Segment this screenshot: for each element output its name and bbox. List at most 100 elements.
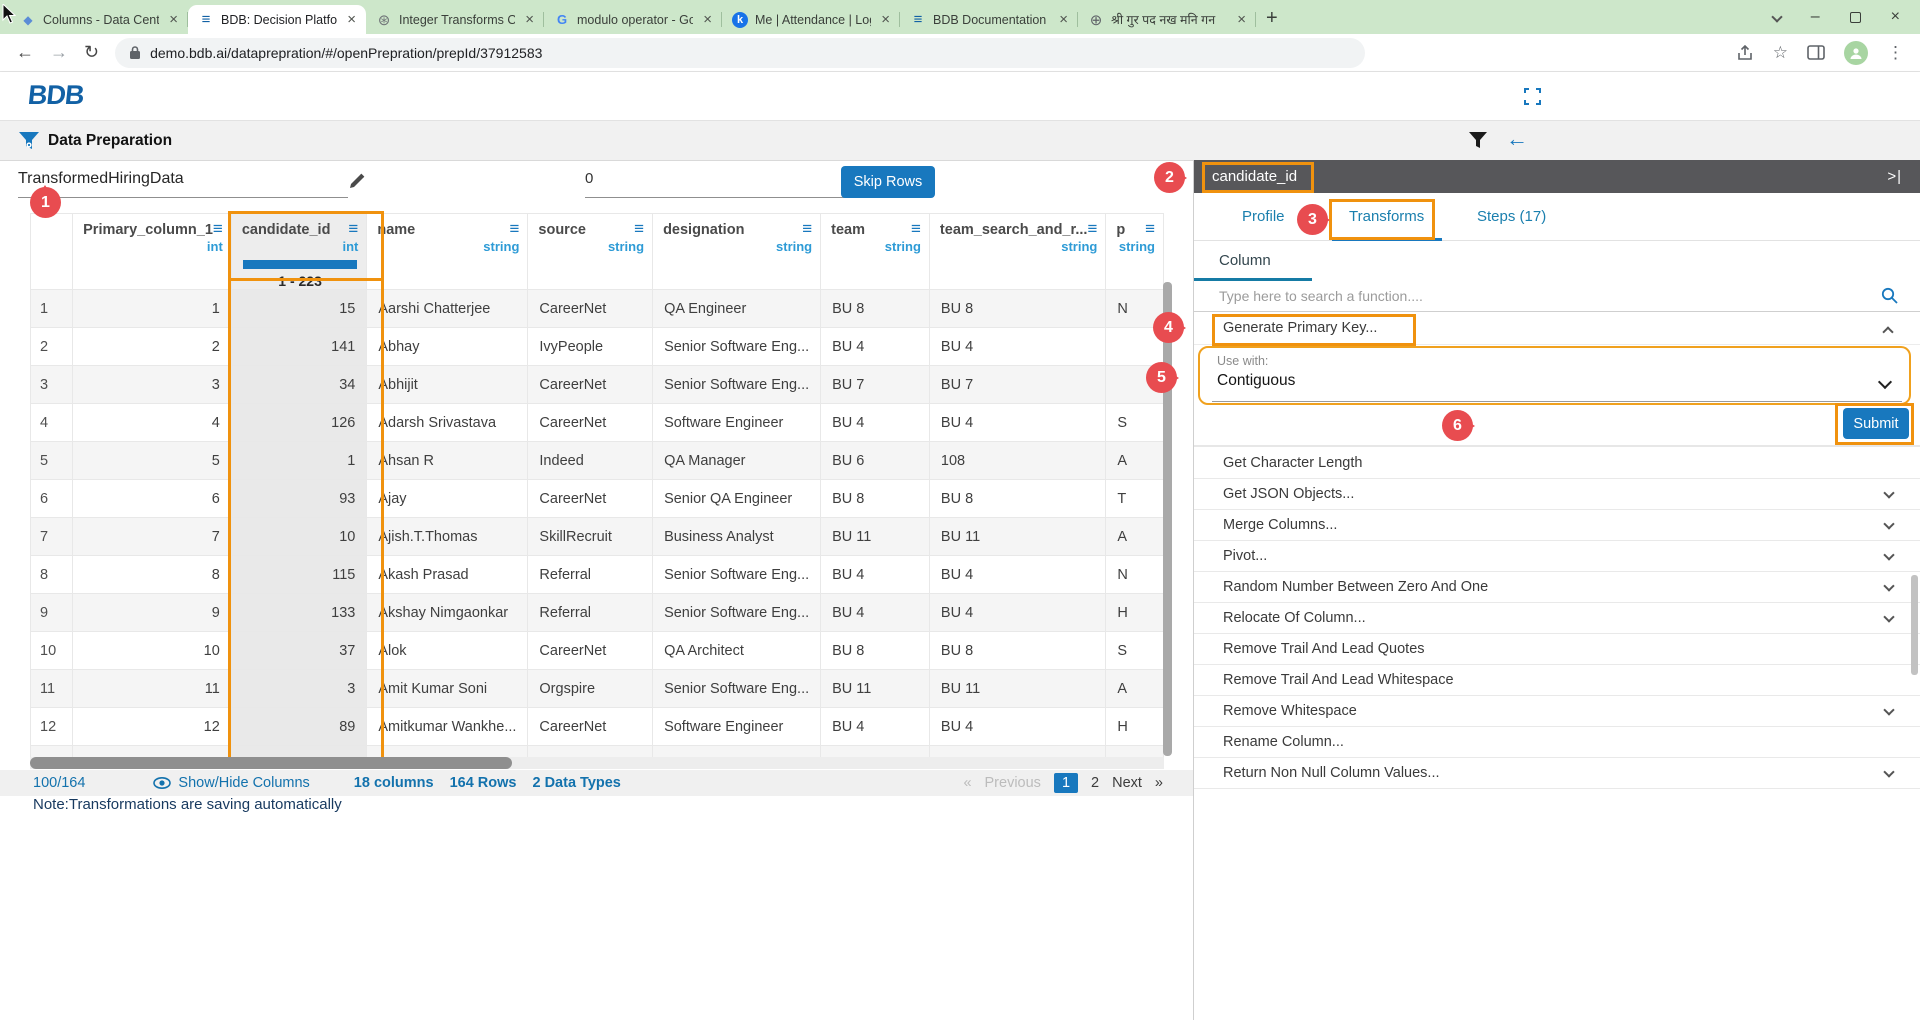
use-with-select[interactable]: Contiguous <box>1217 372 1295 390</box>
cell-source[interactable]: Indeed <box>528 442 653 480</box>
transform-item[interactable]: Relocate Of Column... <box>1194 603 1920 634</box>
tab-close-icon[interactable]: × <box>1056 11 1071 28</box>
cell-designation[interactable]: Senior Software Eng... <box>653 556 821 594</box>
cell-primary-column-1[interactable]: 6 <box>73 480 232 518</box>
cell-p[interactable]: S <box>1106 404 1164 442</box>
cell-name[interactable]: Akshay Nimgaonkar <box>367 594 528 632</box>
back-icon[interactable]: ← <box>16 42 34 63</box>
cell-primary-column-1[interactable]: 10 <box>73 632 232 670</box>
cell-team-search-and-r-[interactable]: BU 4 <box>929 708 1105 746</box>
cell-candidate-id[interactable]: 93 <box>231 480 367 518</box>
avatar[interactable] <box>1844 41 1868 65</box>
cell-candidate-id[interactable]: 115 <box>231 556 367 594</box>
function-search[interactable]: Type here to search a function.... <box>1194 281 1920 312</box>
column-header-team[interactable]: team≡string <box>821 214 930 290</box>
browser-tab[interactable]: Columns - Data Cente× <box>10 5 188 34</box>
tab-close-icon[interactable]: × <box>1234 11 1249 28</box>
browser-tab[interactable]: BDB Documentation× <box>900 5 1078 34</box>
cell-primary-column-1[interactable]: 5 <box>73 442 232 480</box>
transform-item[interactable]: Remove Trail And Lead Whitespace <box>1194 665 1920 696</box>
browser-tab[interactable]: modulo operator - Go× <box>544 5 722 34</box>
cell-primary-column-1[interactable]: 9 <box>73 594 232 632</box>
cell-name[interactable]: Ajay <box>367 480 528 518</box>
cell-team[interactable]: BU 11 <box>821 518 930 556</box>
sidebar-scrollbar-thumb[interactable] <box>1911 575 1918 675</box>
cell-source[interactable]: CareerNet <box>528 366 653 404</box>
column-menu-icon[interactable]: ≡ <box>634 222 644 236</box>
column-menu-icon[interactable]: ≡ <box>1087 222 1097 236</box>
filter-icon[interactable] <box>1468 130 1488 150</box>
column-menu-icon[interactable]: ≡ <box>348 222 358 236</box>
cell-name[interactable]: Aarshi Chatterjee <box>367 290 528 328</box>
cell-candidate-id[interactable]: 89 <box>231 708 367 746</box>
dataset-name-input[interactable]: TransformedHiringData <box>18 170 348 198</box>
cell-candidate-id[interactable]: 37 <box>231 632 367 670</box>
cell-team-search-and-r-[interactable]: BU 7 <box>929 366 1105 404</box>
cell-candidate-id[interactable]: 15 <box>231 290 367 328</box>
column-menu-icon[interactable]: ≡ <box>509 222 519 236</box>
cell-p[interactable]: A <box>1106 518 1164 556</box>
cell-candidate-id[interactable]: 1 <box>231 442 367 480</box>
tab-close-icon[interactable]: × <box>878 11 893 28</box>
cell-p[interactable]: A <box>1106 442 1164 480</box>
cell-team-search-and-r-[interactable]: 108 <box>929 442 1105 480</box>
cell-name[interactable]: Alok <box>367 632 528 670</box>
cell-p[interactable]: H <box>1106 708 1164 746</box>
show-hide-columns-button[interactable]: Show/Hide Columns <box>153 775 309 791</box>
cell-team[interactable]: BU 11 <box>821 670 930 708</box>
tab-profile[interactable]: Profile <box>1242 208 1285 225</box>
cell-designation[interactable]: QA Manager <box>653 442 821 480</box>
browser-tab[interactable]: Me | Attendance | Log× <box>722 5 900 34</box>
pagination-first[interactable]: « <box>963 775 971 791</box>
transform-item[interactable]: Get JSON Objects... <box>1194 479 1920 510</box>
cell-candidate-id[interactable]: 133 <box>231 594 367 632</box>
cell-p[interactable]: A <box>1106 670 1164 708</box>
bookmark-star-icon[interactable]: ☆ <box>1773 43 1788 63</box>
cell-team-search-and-r-[interactable]: BU 8 <box>929 480 1105 518</box>
cell-candidate-id[interactable]: 3 <box>231 670 367 708</box>
transform-item[interactable]: Random Number Between Zero And One <box>1194 572 1920 603</box>
cell-p[interactable]: S <box>1106 632 1164 670</box>
minimize-icon[interactable]: – <box>1811 8 1820 26</box>
cell-team[interactable]: BU 4 <box>821 556 930 594</box>
cell-team[interactable]: BU 8 <box>821 632 930 670</box>
skip-rows-button[interactable]: Skip Rows <box>841 166 935 198</box>
cell-team-search-and-r-[interactable]: BU 8 <box>929 632 1105 670</box>
transform-item[interactable]: Rename Column... <box>1194 727 1920 758</box>
transform-item-generate-primary-key[interactable]: Generate Primary Key... <box>1194 312 1920 345</box>
cell-designation[interactable]: Senior QA Engineer <box>653 480 821 518</box>
tab-transforms[interactable]: Transforms <box>1349 208 1424 225</box>
cell-primary-column-1[interactable]: 12 <box>73 708 232 746</box>
maximize-icon[interactable] <box>1850 12 1861 23</box>
cell-name[interactable]: Ajish.T.Thomas <box>367 518 528 556</box>
cell-source[interactable]: Orgspire <box>528 670 653 708</box>
grid-vertical-scrollbar[interactable] <box>1163 282 1172 756</box>
cell-name[interactable]: Amit Kumar Soni <box>367 670 528 708</box>
scrollbar-thumb[interactable] <box>30 757 512 769</box>
tab-steps[interactable]: Steps (17) <box>1477 208 1546 225</box>
cell-candidate-id[interactable]: 34 <box>231 366 367 404</box>
tab-close-icon[interactable]: × <box>700 11 715 28</box>
pagination-page-1[interactable]: 1 <box>1054 773 1078 793</box>
cell-primary-column-1[interactable]: 3 <box>73 366 232 404</box>
subtab-column[interactable]: Column <box>1219 252 1271 269</box>
back-arrow-icon[interactable]: ← <box>1506 126 1528 152</box>
cell-name[interactable]: Amitkumar Wankhe... <box>367 708 528 746</box>
pagination-last[interactable]: » <box>1155 775 1163 791</box>
cell-team-search-and-r-[interactable]: BU 4 <box>929 556 1105 594</box>
cell-p[interactable]: H <box>1106 594 1164 632</box>
cell-team-search-and-r-[interactable]: BU 8 <box>929 290 1105 328</box>
tab-close-icon[interactable]: × <box>344 11 359 28</box>
column-header-candidate-id[interactable]: candidate_id≡int1 - 223 <box>231 214 367 290</box>
cell-primary-column-1[interactable]: 7 <box>73 518 232 556</box>
cell-candidate-id[interactable]: 126 <box>231 404 367 442</box>
grid-horizontal-scrollbar[interactable] <box>30 757 1164 769</box>
cell-source[interactable]: SkillRecruit <box>528 518 653 556</box>
cell-source[interactable]: CareerNet <box>528 708 653 746</box>
collapse-panel-icon[interactable]: >| <box>1887 168 1902 185</box>
tab-close-icon[interactable]: × <box>522 11 537 28</box>
cell-primary-column-1[interactable]: 8 <box>73 556 232 594</box>
edit-pencil-icon[interactable] <box>347 171 367 191</box>
menu-kebab-icon[interactable]: ⋮ <box>1887 43 1904 63</box>
cell-team-search-and-r-[interactable]: BU 4 <box>929 594 1105 632</box>
